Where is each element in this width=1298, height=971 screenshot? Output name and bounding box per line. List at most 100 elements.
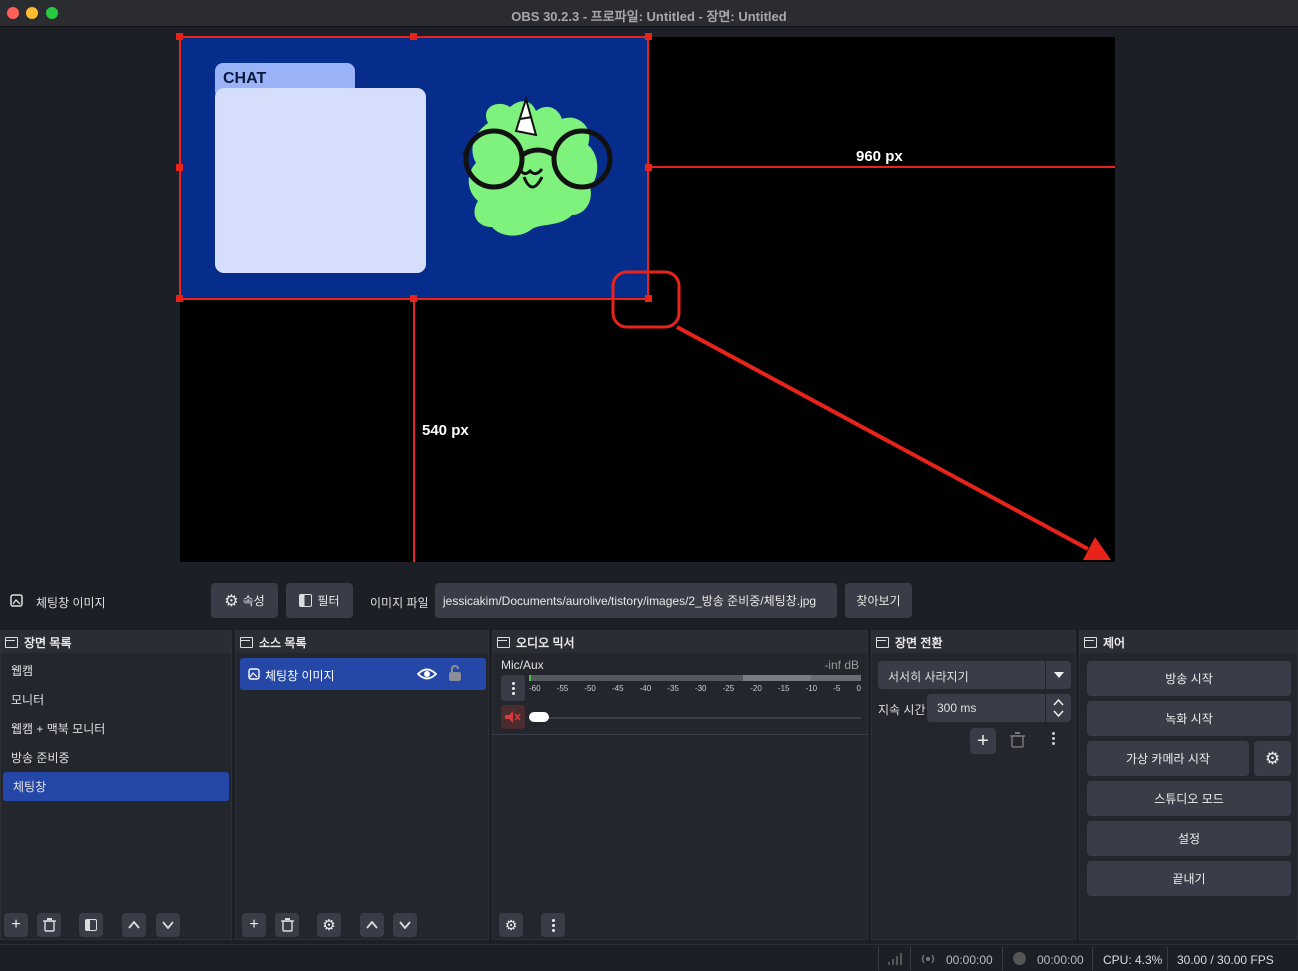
preview-area[interactable]: CHAT 960 px 540 px [0, 28, 1298, 573]
dock-icon [497, 636, 510, 648]
transitions-dock: 장면 전환 서서히 사라지기 지속 시간 300 ms + [871, 630, 1076, 940]
scene-item-selected[interactable]: 체팅창 [3, 772, 229, 801]
chevron-up-icon [366, 921, 378, 929]
exit-label: 끝내기 [1172, 872, 1206, 886]
gear-icon: ⚙ [322, 917, 336, 934]
source-item-selected[interactable]: 체팅창 이미지 [240, 658, 486, 690]
dock-icon [5, 636, 18, 648]
move-scene-up-button[interactable] [122, 913, 146, 937]
title-bar: OBS 30.2.3 - 프로파일: Untitled - 장면: Untitl… [0, 0, 1298, 27]
controls-dock: 제어 방송 시작 녹화 시작 가상 카메라 시작 ⚙ 스튜디오 모드 설정 끝내… [1079, 630, 1298, 940]
trash-icon [42, 918, 56, 932]
meter-tick: -10 [805, 684, 818, 693]
image-file-path-field[interactable]: jessicakim/Documents/aurolive/tistory/im… [435, 583, 837, 618]
transition-menu-button[interactable] [1052, 732, 1055, 745]
exit-button[interactable]: 끝내기 [1087, 861, 1291, 896]
add-scene-button[interactable]: + [4, 913, 28, 937]
preview-canvas[interactable]: CHAT 960 px 540 px [176, 33, 1115, 562]
move-source-up-button[interactable] [360, 913, 384, 937]
scenes-title: 장면 목록 [24, 635, 72, 650]
meter-tick: -55 [556, 684, 569, 693]
scene-filters-button[interactable] [79, 913, 103, 937]
scene-label: 모니터 [11, 693, 45, 707]
channel-name: Mic/Aux [501, 658, 544, 672]
chevron-up-icon [128, 921, 140, 929]
status-separator [910, 947, 911, 970]
image-source-icon [10, 594, 23, 607]
meter-tick: -20 [750, 684, 762, 693]
mute-button[interactable] [501, 705, 525, 729]
scene-item[interactable]: 웹캠 [1, 656, 231, 685]
mixer-settings-button[interactable]: ⚙ [499, 913, 523, 937]
meter-tick: -15 [777, 684, 790, 693]
remove-source-button[interactable] [275, 913, 299, 937]
status-separator [1002, 947, 1003, 970]
chevron-down-icon [162, 921, 174, 929]
mixer-title: 오디오 믹서 [516, 635, 575, 650]
plus-icon: + [11, 916, 21, 933]
move-source-down-button[interactable] [393, 913, 417, 937]
scene-label: 방송 준비중 [11, 751, 70, 765]
filters-button[interactable]: 필터 [286, 583, 353, 618]
channel-menu-button[interactable] [501, 675, 525, 701]
status-separator [1092, 947, 1093, 970]
mixer-dock-header: 오디오 믹서 [493, 631, 867, 653]
volume-slider[interactable] [529, 717, 861, 719]
studio-mode-button[interactable]: 스튜디오 모드 [1087, 781, 1291, 816]
volume-slider-handle[interactable] [529, 712, 549, 722]
meter-tick: -5 [833, 684, 841, 693]
trash-icon [1010, 732, 1025, 748]
status-bar: 00:00:00 00:00:00 CPU: 4.3% 30.00 / 30.0… [0, 944, 1298, 971]
transitions-title: 장면 전환 [895, 635, 943, 650]
move-scene-down-button[interactable] [156, 913, 180, 937]
caret-down-icon [1053, 672, 1064, 678]
start-streaming-button[interactable]: 방송 시작 [1087, 661, 1291, 696]
network-bars-icon [888, 953, 902, 965]
filter-icon [85, 919, 97, 931]
duration-spinbox[interactable]: 300 ms [927, 694, 1071, 722]
mixer-menu-button[interactable] [541, 913, 565, 937]
remove-scene-button[interactable] [37, 913, 61, 937]
duration-label: 지속 시간 [878, 703, 926, 717]
scene-item[interactable]: 웹캠 + 맥북 모니터 [1, 714, 231, 743]
mic-aux-channel: Mic/Aux -inf dB -60 -55 -50 -45 -40 -35 … [493, 653, 867, 735]
settings-label: 설정 [1177, 832, 1201, 846]
start-virtual-camera-button[interactable]: 가상 카메라 시작 [1087, 741, 1249, 776]
duration-value: 300 ms [937, 701, 977, 715]
meter-tick: 0 [856, 684, 861, 693]
gear-icon: ⚙ [224, 592, 239, 610]
add-source-button[interactable]: + [242, 913, 266, 937]
start-recording-button[interactable]: 녹화 시작 [1087, 701, 1291, 736]
controls-dock-header: 제어 [1080, 631, 1297, 653]
chat-window-shape [215, 88, 426, 273]
unlock-icon[interactable] [448, 665, 462, 682]
properties-button[interactable]: ⚙ 속성 [211, 583, 278, 618]
spin-up-down-icon [1053, 698, 1064, 718]
scene-item[interactable]: 모니터 [1, 685, 231, 714]
filters-label: 필터 [317, 594, 340, 608]
transition-select[interactable]: 서서히 사라지기 [878, 661, 1071, 689]
spin-arrows[interactable] [1045, 694, 1071, 722]
source-toolbar: 체팅창 이미지 ⚙ 속성 필터 이미지 파일 jessicakim/Docume… [0, 574, 1298, 628]
status-separator [878, 947, 879, 970]
settings-button[interactable]: 설정 [1087, 821, 1291, 856]
meter-tick: -60 [529, 684, 541, 693]
stream-time: 00:00:00 [946, 953, 993, 967]
plus-icon: + [249, 916, 259, 933]
virtual-camera-settings-button[interactable]: ⚙ [1254, 741, 1291, 776]
trash-icon [280, 918, 294, 932]
meter-tick: -25 [722, 684, 735, 693]
eye-icon[interactable] [417, 667, 437, 681]
scenes-dock: 장면 목록 웹캠 모니터 웹캠 + 맥북 모니터 방송 준비중 체팅창 + [0, 630, 232, 940]
source-properties-button[interactable]: ⚙ [317, 913, 341, 937]
image-file-label: 이미지 파일 [370, 596, 429, 610]
add-transition-button[interactable]: + [970, 728, 996, 754]
status-separator [1167, 947, 1168, 970]
transitions-dock-header: 장면 전환 [872, 631, 1075, 653]
preview-overlay: CHAT 960 px 540 px [176, 33, 1115, 562]
studio-mode-label: 스튜디오 모드 [1154, 792, 1224, 806]
record-indicator-icon [1013, 952, 1026, 965]
remove-transition-button[interactable] [1010, 732, 1025, 751]
browse-button[interactable]: 찾아보기 [845, 583, 912, 618]
scene-item[interactable]: 방송 준비중 [1, 743, 231, 772]
